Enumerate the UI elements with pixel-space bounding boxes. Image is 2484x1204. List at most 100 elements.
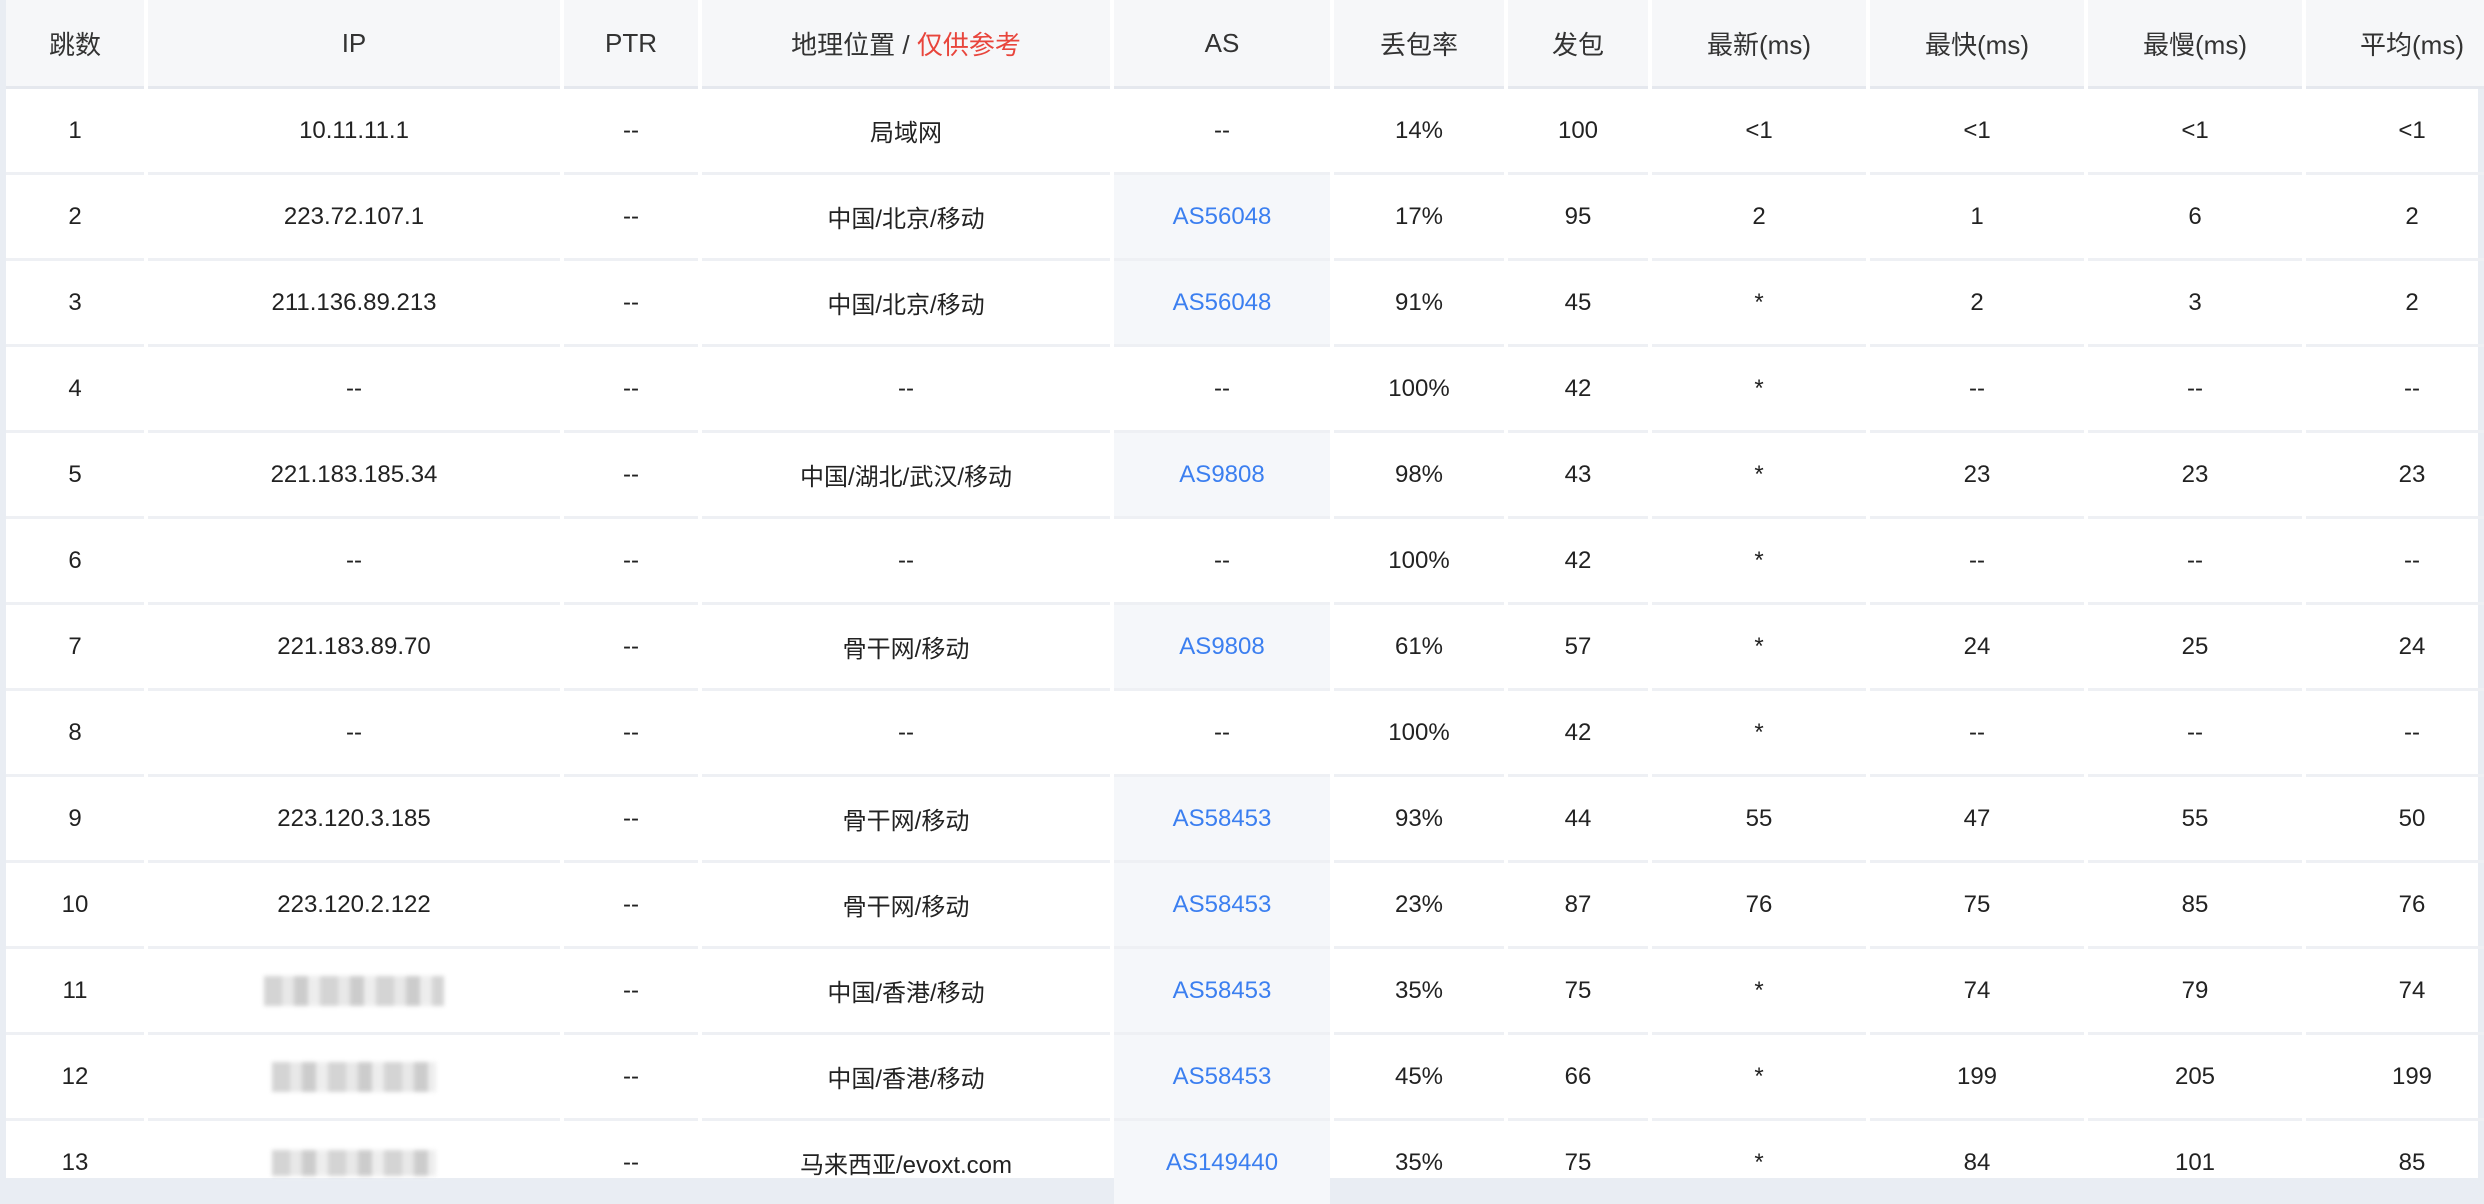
- cell-last: *: [1754, 1148, 1764, 1176]
- cell-avg: 76: [2306, 863, 2484, 949]
- cell-avg: --: [2306, 691, 2484, 777]
- table-row: 11 -- 中国/香港/移动 AS58453 35% 75 * 74 79 74: [6, 949, 2484, 1035]
- cell-hop: 7: [6, 605, 144, 691]
- cell-best: --: [1870, 347, 2084, 433]
- cell-ptr: --: [564, 605, 698, 691]
- cell-ptr: --: [564, 261, 698, 347]
- cell-sent: 42: [1508, 519, 1648, 605]
- cell-worst: --: [2088, 519, 2302, 605]
- cell-avg: 199: [2306, 1035, 2484, 1121]
- cell-hop: 2: [6, 175, 144, 261]
- header-hop: 跳数: [6, 0, 144, 89]
- cell-ptr: --: [564, 89, 698, 175]
- header-geo-label: 地理位置: [791, 29, 896, 60]
- cell-worst: 23: [2088, 433, 2302, 519]
- cell-ip: 223.120.3.185: [148, 777, 560, 863]
- cell-hop: 13: [61, 1148, 89, 1176]
- cell-last: *: [1652, 433, 1866, 519]
- as-link[interactable]: AS58453: [1173, 805, 1272, 832]
- as-link[interactable]: AS56048: [1173, 203, 1272, 230]
- table-row: 9 223.120.3.185 -- 骨干网/移动 AS58453 93% 44 55 47 55…: [6, 777, 2484, 863]
- cell-sent: 95: [1508, 175, 1648, 261]
- cell-best: 23: [1870, 433, 2084, 519]
- cell-last: *: [1652, 347, 1866, 433]
- cell-hop: 12: [6, 1035, 144, 1121]
- as-link[interactable]: AS58453: [1173, 977, 1272, 1004]
- as-link[interactable]: AS58453: [1173, 1063, 1272, 1090]
- cell-loss: 23%: [1334, 863, 1504, 949]
- cell-sent: 66: [1508, 1035, 1648, 1121]
- cell-worst: 3: [2088, 261, 2302, 347]
- cell-geo: --: [702, 347, 1110, 433]
- cell-as: AS9808: [1114, 605, 1330, 691]
- cell-avg: 50: [2306, 777, 2484, 863]
- cell-avg: 74: [2306, 949, 2484, 1035]
- header-worst: 最慢(ms): [2088, 0, 2302, 89]
- cell-best: 84: [1963, 1148, 1991, 1176]
- cell-as: AS58453: [1114, 949, 1330, 1035]
- cell-last: 2: [1652, 175, 1866, 261]
- cell-sent: 45: [1508, 261, 1648, 347]
- cell-loss: 100%: [1334, 691, 1504, 777]
- cell-ptr: --: [564, 863, 698, 949]
- cell-sent: 43: [1508, 433, 1648, 519]
- cell-ip: [148, 1121, 560, 1204]
- cell-loss: 35%: [1394, 1148, 1444, 1176]
- cell-ip: --: [148, 347, 560, 433]
- header-ptr: PTR: [564, 0, 698, 89]
- cell-worst: --: [2088, 691, 2302, 777]
- cell-hop: 10: [6, 863, 144, 949]
- cell-ptr: --: [564, 347, 698, 433]
- cell-ptr: --: [564, 433, 698, 519]
- header-loss: 丢包率: [1334, 0, 1504, 89]
- cell-loss: 14%: [1334, 89, 1504, 175]
- cell-loss: 98%: [1334, 433, 1504, 519]
- cell-loss: 100%: [1334, 519, 1504, 605]
- cell-as: --: [1114, 89, 1330, 175]
- cell-ip: [148, 949, 560, 1035]
- cell-sent: 75: [1508, 949, 1648, 1035]
- cell-geo: 中国/湖北/武汉/移动: [702, 433, 1110, 519]
- cell-best: 47: [1870, 777, 2084, 863]
- header-geo-note: 仅供参考: [916, 29, 1021, 60]
- cell-sent: 42: [1508, 347, 1648, 433]
- redacted-ip: [264, 975, 444, 1006]
- cell-worst: 6: [2088, 175, 2302, 261]
- cell-best: 74: [1870, 949, 2084, 1035]
- cell-loss: 100%: [1334, 347, 1504, 433]
- cell-best: 75: [1870, 863, 2084, 949]
- as-link[interactable]: AS58453: [1173, 891, 1272, 918]
- cell-loss: 91%: [1334, 261, 1504, 347]
- table-row: 12 -- 中国/香港/移动 AS58453 45% 66 * 199 205 199: [6, 1035, 2484, 1121]
- cell-sent: 44: [1508, 777, 1648, 863]
- cell-ip: 223.72.107.1: [148, 175, 560, 261]
- cell-ptr: --: [564, 1035, 698, 1121]
- cell-geo: 中国/北京/移动: [702, 175, 1110, 261]
- cell-loss: 61%: [1334, 605, 1504, 691]
- cell-geo: 骨干网/移动: [702, 777, 1110, 863]
- cell-ip: 223.120.2.122: [148, 863, 560, 949]
- cell-geo: 局域网: [702, 89, 1110, 175]
- table-row: 8 -- -- -- -- 100% 42 * -- -- --: [6, 691, 2484, 777]
- cell-last: *: [1652, 691, 1866, 777]
- cell-ip: [148, 1035, 560, 1121]
- as-link[interactable]: AS149440: [1166, 1149, 1278, 1176]
- cell-as: --: [1114, 691, 1330, 777]
- cell-geo: 马来西亚/evoxt.com: [799, 1152, 1013, 1179]
- cell-geo: 骨干网/移动: [702, 863, 1110, 949]
- header-as: AS: [1114, 0, 1330, 89]
- cell-sent: 57: [1508, 605, 1648, 691]
- header-best: 最快(ms): [1870, 0, 2084, 89]
- cell-hop: 8: [6, 691, 144, 777]
- cell-last: *: [1652, 949, 1866, 1035]
- cell-hop: 4: [6, 347, 144, 433]
- cell-ip: 211.136.89.213: [148, 261, 560, 347]
- cell-as: --: [1114, 347, 1330, 433]
- cell-best: 1: [1870, 175, 2084, 261]
- as-link[interactable]: AS9808: [1179, 461, 1264, 488]
- as-link[interactable]: AS56048: [1173, 289, 1272, 316]
- cell-worst: 55: [2088, 777, 2302, 863]
- as-link[interactable]: AS9808: [1179, 633, 1264, 660]
- cell-as: AS58453: [1114, 863, 1330, 949]
- cell-geo: 中国/北京/移动: [702, 261, 1110, 347]
